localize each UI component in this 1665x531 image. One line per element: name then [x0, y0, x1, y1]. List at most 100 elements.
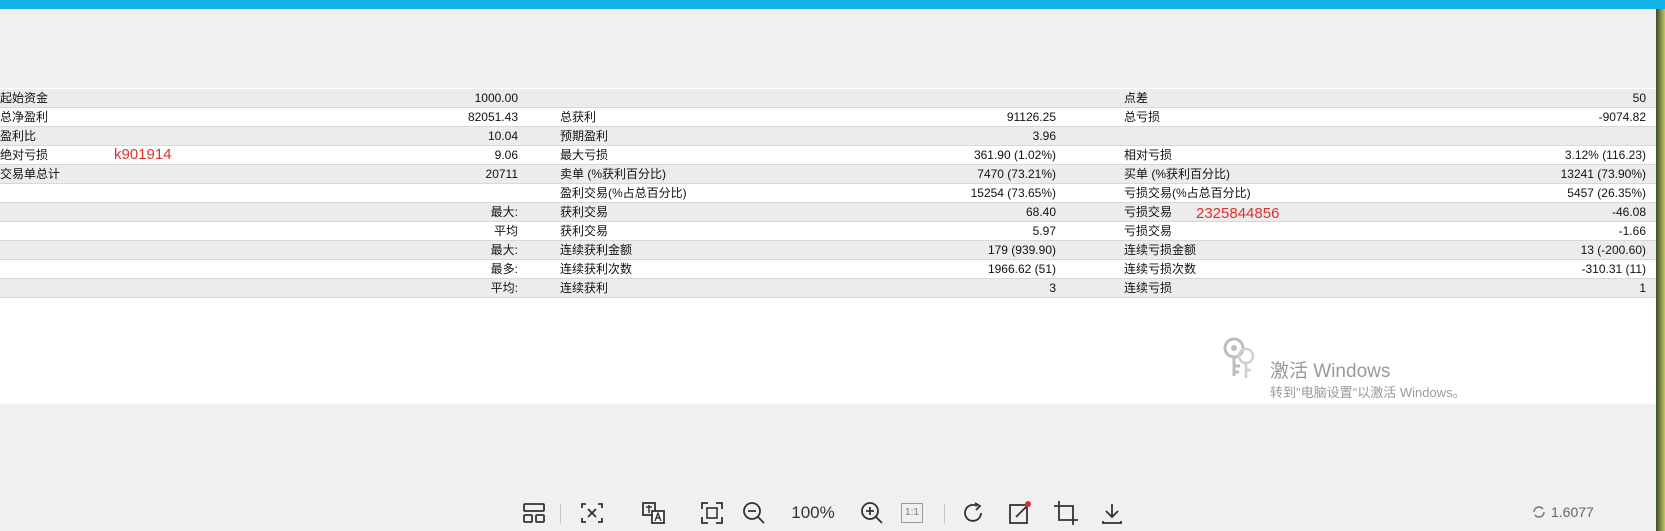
translate-icon [642, 502, 665, 524]
row-value: 平均: [490, 281, 518, 295]
edit-icon [1009, 501, 1031, 524]
row-value: 9.06 [494, 148, 518, 162]
toolbar-divider [560, 504, 561, 524]
row-label: 绝对亏损 [0, 148, 49, 162]
key-icon [1223, 337, 1255, 378]
row-label: 连续亏损金额 [1124, 243, 1197, 257]
row-label: 总获利 [560, 110, 597, 124]
download-button[interactable] [1098, 498, 1126, 528]
zoom-in-icon [861, 502, 883, 524]
actual-size-icon: 1:1 [901, 503, 923, 523]
row-label: 点差 [1124, 91, 1149, 105]
report-row: 平均 获利交易 5.97 亏损交易 -1.66 [0, 222, 1656, 241]
toolbar-divider [944, 504, 945, 524]
row-label: 连续获利 [560, 281, 609, 295]
row-value: 5457 (26.35%) [1567, 186, 1646, 200]
row-label: 连续获利金额 [560, 243, 633, 257]
row-value: 50 [1632, 91, 1646, 105]
row-value: 13241 (73.90%) [1560, 167, 1646, 181]
row-label: 总亏损 [1124, 110, 1161, 124]
row-label: 买单 (%获利百分比) [1124, 167, 1230, 181]
row-label: 起始资金 [0, 91, 49, 105]
translate-button[interactable] [640, 498, 668, 528]
row-value: 68.40 [1025, 205, 1056, 219]
row-label: 总净盈利 [0, 110, 49, 124]
zoom-in-button[interactable] [858, 498, 886, 528]
row-value: -9074.82 [1598, 110, 1646, 124]
counter-value: 1.6077 [1551, 504, 1594, 520]
row-value: 91126.25 [1006, 110, 1056, 124]
row-label: 获利交易 [560, 224, 609, 238]
row-label: 盈利交易(%占总百分比) [560, 186, 687, 200]
status-counter: 1.6077 [1531, 504, 1594, 520]
row-value: 7470 (73.21%) [977, 167, 1056, 181]
report-row: 绝对亏损 9.06 最大亏损 361.90 (1.02%) 相对亏损 3.12% (116… [0, 146, 1656, 165]
row-value: 3.12% (116.23) [1564, 148, 1646, 162]
crop-button[interactable] [1052, 498, 1080, 528]
annotation-right: 2325844856 [1196, 205, 1280, 222]
row-label: 连续获利次数 [560, 262, 633, 276]
row-value: -46.08 [1611, 205, 1646, 219]
crop-icon [1054, 501, 1078, 525]
row-value: 361.90 (1.02%) [973, 148, 1056, 162]
zoom-out-icon [743, 502, 765, 524]
report-row: 交易单总计 20711 卖单 (%获利百分比) 7470 (73.21%) 买单 (%获… [0, 165, 1656, 184]
row-label: 交易单总计 [0, 167, 61, 181]
desktop-background-edge [1656, 9, 1665, 531]
report-panel: 起始资金 1000.00 点差 50 总净盈利 82051.43 总获利 91126.25 总亏… [0, 88, 1656, 404]
row-label: 盈利比 [0, 129, 37, 143]
download-icon [1102, 504, 1122, 524]
row-value: 5.97 [1032, 224, 1056, 238]
row-value: 10.04 [487, 129, 518, 143]
row-value: 13 (-200.60) [1580, 243, 1646, 257]
row-value: 1966.62 (51) [987, 262, 1056, 276]
row-value: 1 [1639, 281, 1646, 295]
row-value: -1.66 [1618, 224, 1646, 238]
fit-screen-icon [701, 502, 723, 524]
report-row: 平均: 连续获利 3 连续亏损 1 [0, 279, 1656, 298]
row-value: 20711 [485, 167, 518, 181]
report-row: 盈利交易(%占总百分比) 15254 (73.65%) 亏损交易(%占总百分比) 54… [0, 184, 1656, 203]
report-row: 最大: 连续获利金额 179 (939.90) 连续亏损金额 13 (-200.60) [0, 241, 1656, 260]
row-label: 获利交易 [560, 205, 609, 219]
layout-icon [523, 503, 545, 523]
annotation-left: k901914 [114, 146, 172, 163]
scan-text-icon [581, 503, 603, 523]
row-value: 179 (939.90) [987, 243, 1056, 257]
row-label: 亏损交易 [1124, 205, 1173, 219]
sync-icon [1533, 506, 1545, 518]
image-viewer-toolbar: 100% 1:1 1.6077 [0, 498, 1656, 531]
row-label: 卖单 (%获利百分比) [560, 167, 666, 181]
row-value: 3.96 [1032, 129, 1056, 143]
rotate-icon [964, 502, 982, 522]
row-value: 1000.00 [474, 91, 518, 105]
row-label: 连续亏损次数 [1124, 262, 1197, 276]
row-value: -310.31 (11) [1581, 262, 1646, 276]
report-row: 起始资金 1000.00 点差 50 [0, 89, 1656, 108]
watermark-subtitle: 转到"电脑设置"以激活 Windows。 [1270, 385, 1466, 400]
watermark-title: 激活 Windows [1270, 361, 1391, 382]
rotate-button[interactable] [960, 498, 988, 528]
layout-button[interactable] [520, 498, 548, 528]
row-value: 平均 [493, 224, 518, 238]
row-value: 最多: [490, 262, 518, 276]
zoom-out-button[interactable] [740, 498, 768, 528]
row-value: 最大: [490, 243, 518, 257]
top-accent-bar [0, 0, 1665, 9]
ocr-button[interactable] [578, 498, 606, 528]
fit-screen-button[interactable] [698, 498, 726, 528]
zoom-level[interactable]: 100% [788, 498, 838, 528]
row-value: 3 [1049, 281, 1056, 295]
edit-button[interactable] [1006, 498, 1034, 528]
report-row: 总净盈利 82051.43 总获利 91126.25 总亏损 -9074.82 [0, 108, 1656, 127]
report-row: 盈利比 10.04 预期盈利 3.96 [0, 127, 1656, 146]
row-value: 82051.43 [467, 110, 518, 124]
report-row: 最大: 获利交易 68.40 亏损交易 -46.08 [0, 203, 1656, 222]
row-value: 最大: [490, 205, 518, 219]
row-label: 最大亏损 [560, 148, 609, 162]
row-label: 亏损交易(%占总百分比) [1124, 186, 1251, 200]
row-label: 相对亏损 [1124, 148, 1173, 162]
actual-size-button[interactable]: 1:1 [898, 498, 926, 528]
row-label: 预期盈利 [560, 129, 609, 143]
report-row: 最多: 连续获利次数 1966.62 (51) 连续亏损次数 -310.31 (11) [0, 260, 1656, 279]
